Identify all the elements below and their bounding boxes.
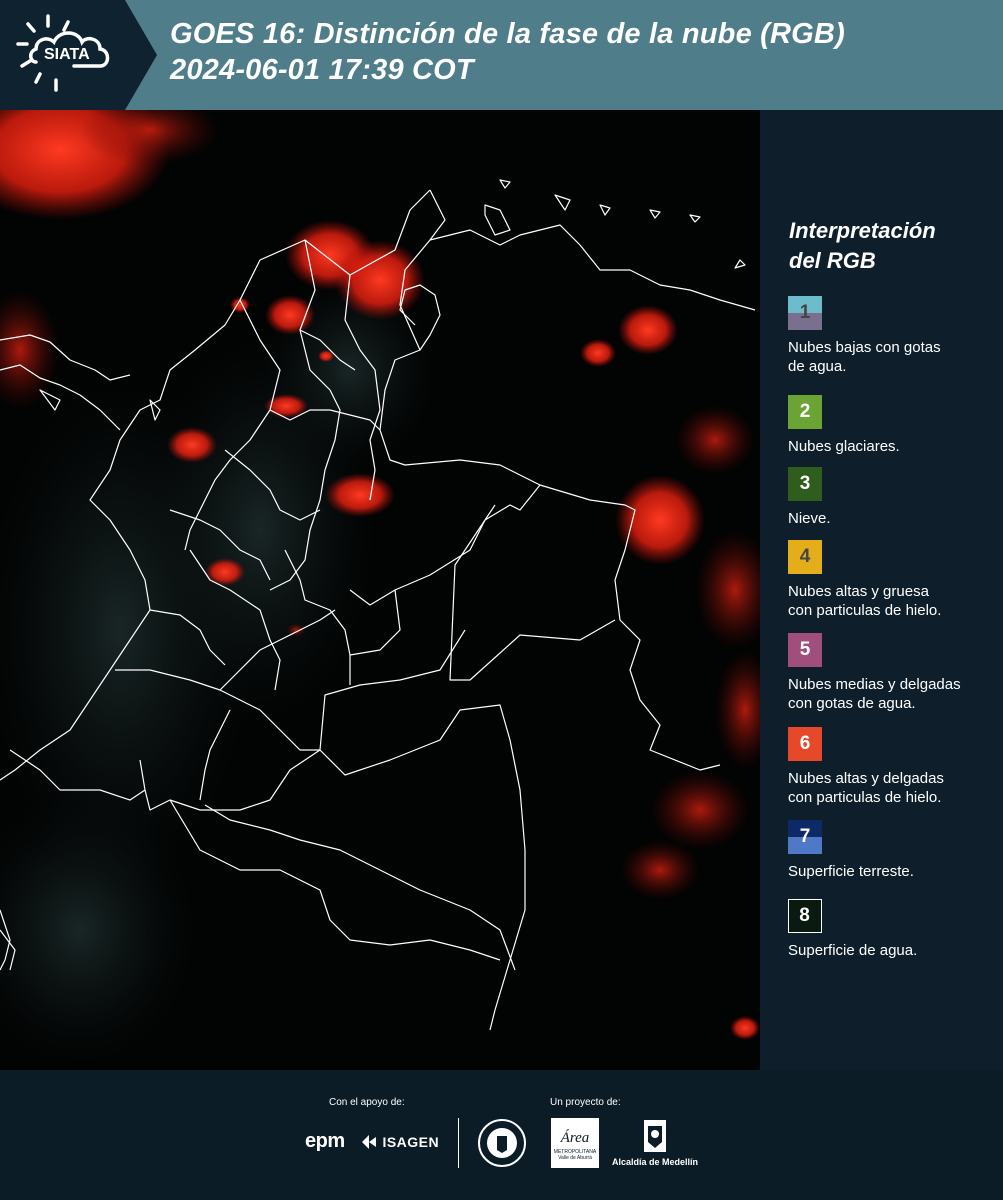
alcaldia-shield-icon	[644, 1120, 666, 1152]
page-title: GOES 16: Distinción de la fase de la nub…	[170, 16, 845, 88]
legend-swatch: 8	[788, 899, 822, 933]
legend-swatch: 5	[788, 633, 822, 667]
epm-text: epm	[305, 1130, 345, 1152]
legend-item-2: 2 Nubes glaciares.	[788, 395, 998, 456]
legend-item-3: 3 Nieve.	[788, 467, 998, 528]
legend-item-8: 8 Superficie de agua.	[788, 899, 998, 960]
siata-logo: SIATA	[0, 0, 125, 110]
legend-swatch: 7	[788, 820, 822, 854]
isagen-logo: ISAGEN	[360, 1133, 439, 1151]
legend-swatch-number: 5	[799, 639, 811, 660]
legend-item-5: 5 Nubes medias y delgadas con gotas de agu…	[788, 633, 998, 713]
area-sub2: Valle de Aburrá	[558, 1155, 592, 1161]
title-line-2: 2024-06-01 17:39 COT	[170, 54, 474, 86]
legend-label-line-2: con particulas de hielo.	[788, 602, 942, 619]
isagen-text: ISAGEN	[382, 1134, 440, 1150]
seal-icon	[478, 1119, 526, 1167]
alcaldia-logo: Alcaldía de Medellín	[612, 1118, 702, 1167]
legend-swatch: 1	[788, 296, 822, 330]
legend-swatch: 4	[788, 540, 822, 574]
legend-label: Nubes bajas con gotas de agua.	[788, 338, 998, 376]
legend-label-line-1: Nieve.	[788, 510, 831, 527]
map-svg	[0, 110, 760, 1070]
legend-label: Nubes altas y delgadas con particulas de …	[788, 769, 998, 807]
legend-label-line-2: de agua.	[788, 358, 847, 375]
legend-swatch-number: 3	[799, 473, 811, 494]
isagen-icon	[362, 1135, 376, 1149]
legend-label-line-1: Nubes medias y delgadas	[788, 676, 961, 693]
logo-arrow-shape	[125, 0, 157, 110]
legend-label-line-1: Superficie de agua.	[788, 942, 918, 959]
legend-label: Superficie de agua.	[788, 941, 998, 960]
legend-item-4: 4 Nubes altas y gruesa con particulas de h…	[788, 540, 998, 620]
footer-bar: Con el apoyo de: Un proyecto de: epm ISA…	[0, 1070, 1003, 1200]
alcaldia-text: Alcaldía de Medellín	[612, 1157, 699, 1167]
legend-swatch-number: 4	[799, 546, 811, 567]
legend-item-6: 6 Nubes altas y delgadas con particulas de…	[788, 727, 998, 807]
brand-text: SIATA	[44, 46, 90, 63]
legend-panel: Interpretación del RGB 1 Nubes bajas con …	[760, 110, 1003, 1070]
legend-swatch-number: 2	[799, 401, 811, 422]
footer-divider	[458, 1118, 459, 1168]
legend-label: Nubes glaciares.	[788, 437, 998, 456]
legend-label: Superficie terreste.	[788, 862, 998, 881]
legend-swatch: 3	[788, 467, 822, 501]
title-line-1: GOES 16: Distinción de la fase de la nub…	[170, 18, 845, 50]
legend-label-line-2: con gotas de agua.	[788, 695, 916, 712]
legend-item-7: 7 Superficie terreste.	[788, 820, 998, 881]
legend-label-line-1: Nubes bajas con gotas	[788, 339, 941, 356]
legend-swatch-number: 1	[799, 302, 811, 323]
legend-label: Nubes medias y delgadas con gotas de agua…	[788, 675, 998, 713]
legend-label-line-2: con particulas de hielo.	[788, 789, 942, 806]
legend-title: Interpretación del RGB	[789, 216, 989, 276]
legend-swatch: 2	[788, 395, 822, 429]
seal-logo	[477, 1118, 527, 1173]
legend-title-line-1: Interpretación	[789, 218, 936, 243]
legend-label-line-1: Nubes altas y gruesa	[788, 583, 929, 600]
legend-title-line-2: del RGB	[789, 248, 876, 273]
legend-label-line-1: Nubes altas y delgadas	[788, 770, 944, 787]
project-label: Un proyecto de:	[550, 1097, 621, 1108]
legend-swatch-number: 7	[799, 826, 811, 847]
legend-label-line-1: Superficie terreste.	[788, 863, 914, 880]
legend-label-line-1: Nubes glaciares.	[788, 438, 900, 455]
legend-swatch-number: 8	[799, 905, 810, 926]
area-metropolitana-logo: Área METROPOLITANA Valle de Aburrá	[551, 1118, 599, 1168]
epm-logo: epm	[305, 1130, 345, 1153]
legend-swatch-number: 6	[799, 733, 811, 754]
support-label: Con el apoyo de:	[329, 1097, 405, 1108]
satellite-map[interactable]	[0, 110, 760, 1070]
legend-label: Nubes altas y gruesa con particulas de hi…	[788, 582, 998, 620]
legend-item-1: 1 Nubes bajas con gotas de agua.	[788, 296, 998, 376]
header-bar: SIATA GOES 16: Distinción de la fase de …	[0, 0, 1003, 110]
legend-swatch: 6	[788, 727, 822, 761]
legend-label: Nieve.	[788, 509, 998, 528]
area-text: Área	[560, 1130, 590, 1146]
